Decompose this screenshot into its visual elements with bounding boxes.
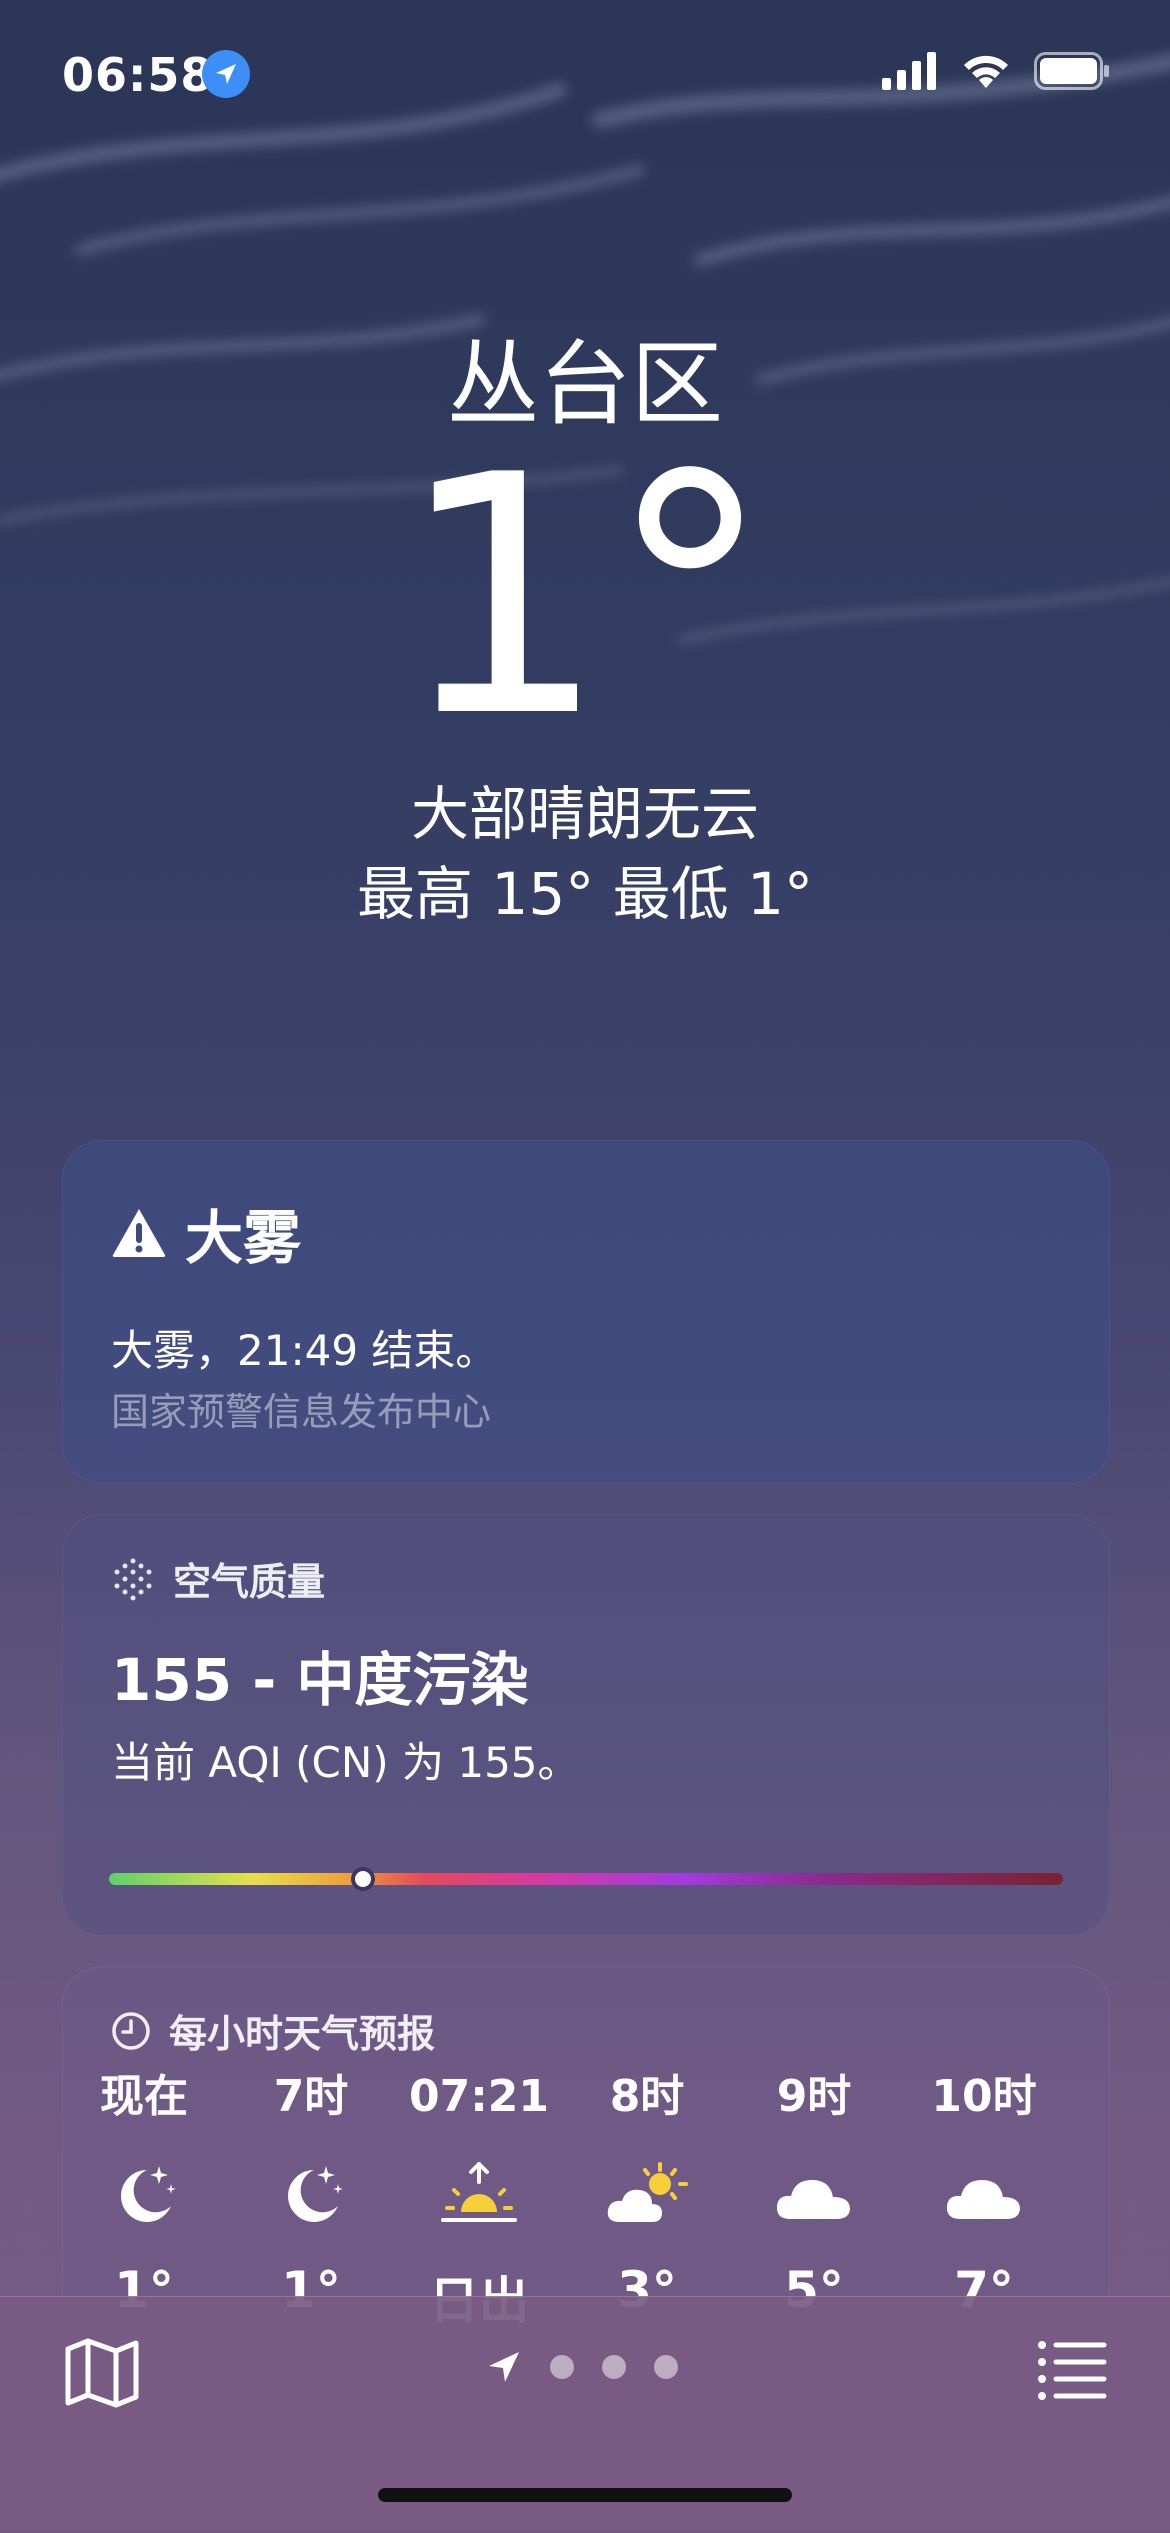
aqi-value: 155 - 中度污染: [111, 1646, 529, 1714]
hour-label: 7时: [273, 2071, 349, 2122]
aqi-description: 当前 AQI (CN) 为 155。: [111, 1738, 580, 1787]
air-quality-title: 空气质量: [173, 1560, 326, 1604]
cloud-icon: [729, 2155, 899, 2235]
hour-label: 现在: [100, 2071, 188, 2122]
cloud-icon: [899, 2155, 1069, 2235]
aqi-marker: [351, 1867, 375, 1891]
high-low-temperature: 最高 15° 最低 1°: [356, 860, 813, 928]
hour-item: 7时 1°: [226, 2067, 396, 2319]
home-indicator[interactable]: [378, 2488, 792, 2502]
page-indicator[interactable]: [486, 2349, 678, 2385]
hourly-title: 每小时天气预报: [169, 2012, 436, 2056]
hour-label: 8时: [609, 2071, 685, 2122]
map-icon: [65, 2338, 139, 2408]
alert-header: 大雾: [111, 1191, 301, 1275]
hour-label: 07:21: [408, 2071, 550, 2122]
warning-triangle-icon: [112, 1209, 166, 1257]
hour-item: 10时 7°: [899, 2067, 1069, 2319]
hour-label: 9时: [776, 2071, 852, 2122]
hour-item: 现在 1°: [59, 2067, 229, 2319]
alert-title: 大雾: [185, 1204, 302, 1272]
page-dot[interactable]: [602, 2355, 626, 2379]
map-button[interactable]: [62, 2335, 142, 2411]
page-dot[interactable]: [550, 2355, 574, 2379]
aqi-scale-bar: [109, 1873, 1063, 1885]
city-list-button[interactable]: [1036, 2337, 1108, 2403]
status-icons: [882, 52, 1110, 90]
wifi-icon: [964, 55, 1008, 88]
alert-source: 国家预警信息发布中心: [111, 1390, 492, 1434]
air-quality-card[interactable]: 空气质量 155 - 中度污染 当前 AQI (CN) 为 155。: [62, 1514, 1110, 1936]
hour-item: 8时 3°: [562, 2067, 732, 2319]
hour-label: 10时: [931, 2071, 1037, 2122]
partly-sunny-icon: [562, 2155, 732, 2235]
current-temperature: 1°: [397, 405, 773, 789]
list-icon: [1038, 2341, 1107, 2400]
moon-stars-icon: [226, 2155, 396, 2235]
air-quality-header: 空气质量: [111, 1551, 325, 1606]
hour-item: 9时 5°: [729, 2067, 899, 2319]
status-time: 06:58: [62, 48, 214, 102]
air-quality-icon: [114, 1558, 152, 1600]
clock-icon: [112, 2011, 150, 2050]
hour-item: 07:21 日出: [394, 2067, 564, 2333]
alert-body: 大雾，21:49 结束。: [111, 1326, 498, 1375]
weather-condition: 大部晴朗无云: [410, 780, 759, 848]
location-arrow-icon: [202, 50, 250, 98]
sunrise-icon: [394, 2155, 564, 2235]
battery-icon: [1034, 52, 1109, 90]
page-dot[interactable]: [654, 2355, 678, 2379]
moon-stars-icon: [59, 2155, 229, 2235]
hourly-header: 每小时天气预报: [111, 2003, 435, 2058]
signal-icon: [882, 52, 936, 90]
status-bar: 06:58: [0, 0, 1170, 150]
weather-alert-card[interactable]: 大雾 大雾，21:49 结束。 国家预警信息发布中心: [62, 1140, 1110, 1484]
current-weather: 丛台区 1° 大部晴朗无云 最高 15° 最低 1°: [0, 330, 1170, 934]
location-arrow-icon: [489, 2352, 519, 2382]
